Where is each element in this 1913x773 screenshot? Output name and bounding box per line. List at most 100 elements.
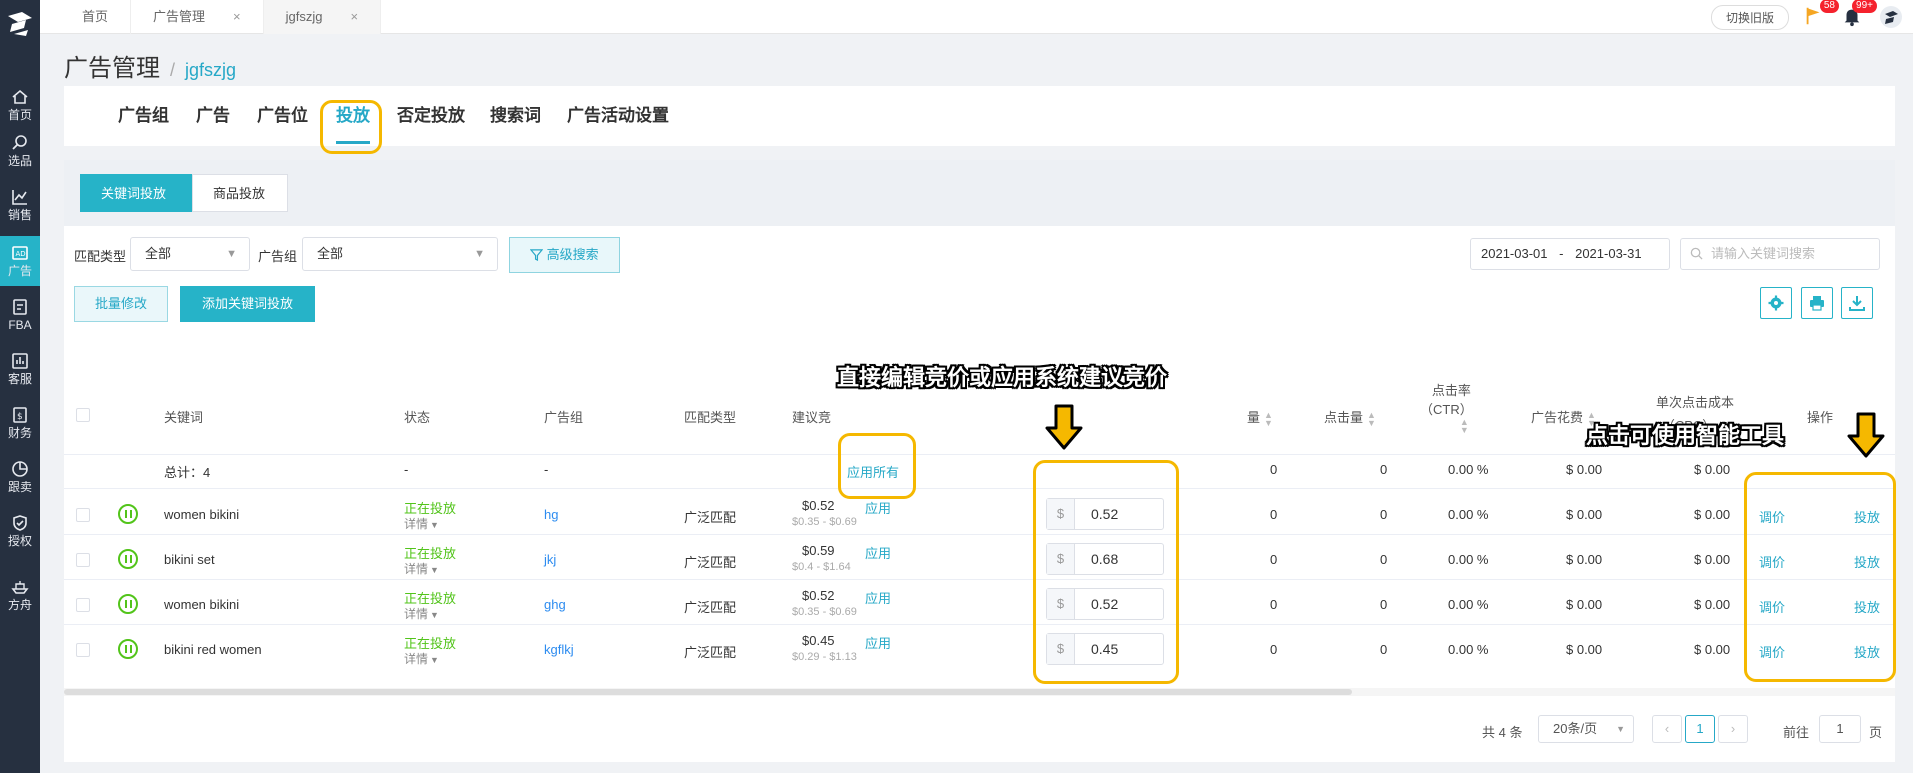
- nav-label: FBA: [8, 318, 32, 332]
- nav-item-service[interactable]: 客服: [0, 344, 40, 394]
- select-all-checkbox[interactable]: [76, 408, 90, 422]
- nav-label: 跟卖: [7, 480, 32, 494]
- apply-suggested-bid-link[interactable]: 应用: [865, 498, 891, 517]
- header-suggested-bid: 建议竞: [792, 410, 832, 425]
- ad-group-link[interactable]: ghg: [544, 597, 566, 612]
- batch-edit-button[interactable]: 批量修改: [74, 286, 169, 322]
- tab-campaign[interactable]: jgfszjg ×: [263, 0, 382, 34]
- highlight-bid-inputs: [1033, 460, 1179, 684]
- date-range-picker[interactable]: 2021-03-01 - 2021-03-31: [1470, 238, 1670, 270]
- spend: $ 0.00: [1566, 507, 1603, 522]
- print-icon: [1810, 296, 1824, 311]
- tab-campaign-settings[interactable]: 广告活动设置: [567, 86, 669, 146]
- ad-group-link[interactable]: jkj: [544, 552, 556, 567]
- nav-item-fba[interactable]: FBA: [0, 290, 40, 340]
- horizontal-scrollbar[interactable]: [64, 688, 1895, 696]
- campaign-name[interactable]: jgfszjg: [185, 60, 236, 81]
- nav-item-auth[interactable]: 授权: [0, 506, 40, 556]
- apply-suggested-bid-link[interactable]: 应用: [865, 543, 891, 562]
- tab-negative-targeting[interactable]: 否定投放: [397, 86, 465, 146]
- nav-item-ads[interactable]: AD 广告: [0, 236, 40, 286]
- nav-item-follow[interactable]: 跟卖: [0, 452, 40, 502]
- top-bar: 首页 广告管理 × jgfszjg × 切换旧版 58 99+: [40, 0, 1913, 34]
- match-type-select[interactable]: 全部 ▼: [130, 237, 250, 271]
- close-icon[interactable]: ×: [233, 9, 241, 24]
- advanced-search-button[interactable]: 高级搜索: [509, 237, 620, 273]
- close-icon[interactable]: ×: [350, 9, 358, 24]
- ad-group-link[interactable]: hg: [544, 507, 558, 522]
- clicks: 0: [1380, 597, 1388, 612]
- pause-icon[interactable]: [118, 504, 138, 524]
- row-checkbox[interactable]: [76, 508, 90, 522]
- header-ad-group: 广告组: [544, 410, 584, 425]
- row-checkbox[interactable]: [76, 643, 90, 657]
- nav-item-home[interactable]: 首页: [0, 80, 40, 130]
- arrow-down-icon: [1847, 412, 1885, 458]
- next-page-button[interactable]: ›: [1718, 715, 1748, 743]
- pause-icon[interactable]: [118, 594, 138, 614]
- bell-count-badge: 99+: [1852, 0, 1877, 13]
- row-checkbox[interactable]: [76, 598, 90, 612]
- chart-icon: [12, 190, 27, 205]
- nav-item-ark[interactable]: 方舟: [0, 570, 40, 620]
- caret-down-icon: ▼: [430, 520, 439, 530]
- print-button[interactable]: [1801, 287, 1833, 319]
- date-separator: -: [1559, 246, 1564, 261]
- nav-item-finance[interactable]: $ 财务: [0, 398, 40, 448]
- gear-icon: [1768, 295, 1784, 311]
- header-impressions[interactable]: 量 ▲ ▼: [1247, 407, 1273, 427]
- tab-placements[interactable]: 广告位: [257, 86, 308, 146]
- apply-suggested-bid-link[interactable]: 应用: [865, 633, 891, 652]
- download-button[interactable]: [1841, 287, 1873, 319]
- keyword: bikini red women: [164, 642, 262, 657]
- avatar[interactable]: [1879, 5, 1903, 29]
- header-clicks[interactable]: 点击量 ▲ ▼: [1324, 407, 1376, 427]
- window-tabs: 首页 广告管理 × jgfszjg ×: [60, 0, 382, 34]
- pause-icon[interactable]: [118, 549, 138, 569]
- status-detail[interactable]: 详情 ▼: [404, 515, 439, 532]
- flag-notification[interactable]: 58: [1803, 0, 1839, 29]
- add-keyword-targeting-button[interactable]: 添加关键词投放: [180, 286, 316, 322]
- keyword-search-input[interactable]: 请输入关键词搜索: [1680, 238, 1880, 270]
- search-placeholder: 请输入关键词搜索: [1711, 246, 1816, 261]
- tab-ad-management[interactable]: 广告管理 ×: [131, 0, 264, 34]
- tab-keyword-targeting[interactable]: 关键词投放: [80, 174, 193, 212]
- prev-page-button[interactable]: ‹: [1652, 715, 1682, 743]
- pause-icon[interactable]: [118, 639, 138, 659]
- select-value: 全部: [145, 246, 172, 261]
- ad-group-link[interactable]: kgflkj: [544, 642, 574, 657]
- page-unit-label: 页: [1869, 725, 1883, 740]
- scrollbar-thumb[interactable]: [64, 689, 1352, 695]
- advanced-search-label: 高级搜索: [546, 247, 599, 262]
- svg-text:$: $: [17, 412, 23, 422]
- settings-button[interactable]: [1760, 287, 1792, 319]
- header-ctr[interactable]: 点击率 （CTR） ▲ ▼: [1420, 380, 1473, 435]
- filter-icon: [529, 249, 544, 262]
- nav-item-sales[interactable]: 销售: [0, 180, 40, 230]
- status-detail[interactable]: 详情 ▼: [404, 560, 439, 577]
- goto-page-input[interactable]: 1: [1819, 715, 1861, 743]
- keyword: women bikini: [164, 507, 240, 522]
- row-checkbox[interactable]: [76, 553, 90, 567]
- page-size-select[interactable]: 20条/页 ▼: [1538, 715, 1634, 743]
- tab-home[interactable]: 首页: [60, 0, 132, 34]
- caret-down-icon: ▼: [430, 655, 439, 665]
- clicks: 0: [1380, 507, 1388, 522]
- tab-search-terms[interactable]: 搜索词: [490, 86, 541, 146]
- keyword: bikini set: [164, 552, 215, 567]
- tab-product-targeting[interactable]: 商品投放: [192, 174, 288, 212]
- switch-old-version-button[interactable]: 切换旧版: [1710, 4, 1789, 30]
- status-detail[interactable]: 详情 ▼: [404, 650, 439, 667]
- bell-notification[interactable]: 99+: [1841, 0, 1877, 29]
- status-detail[interactable]: 详情 ▼: [404, 605, 439, 622]
- match-type: 广泛匹配: [684, 555, 737, 570]
- nav-item-select[interactable]: 选品: [0, 126, 40, 176]
- tab-ads[interactable]: 广告: [196, 86, 230, 146]
- goto-label: 前往: [1783, 725, 1810, 740]
- sort-icon: ▲ ▼: [1459, 417, 1469, 435]
- impressions: 0: [1270, 642, 1278, 657]
- apply-suggested-bid-link[interactable]: 应用: [865, 588, 891, 607]
- page-1-button[interactable]: 1: [1685, 715, 1715, 743]
- ad-group-select[interactable]: 全部 ▼: [302, 237, 498, 271]
- tab-ad-groups[interactable]: 广告组: [118, 86, 169, 146]
